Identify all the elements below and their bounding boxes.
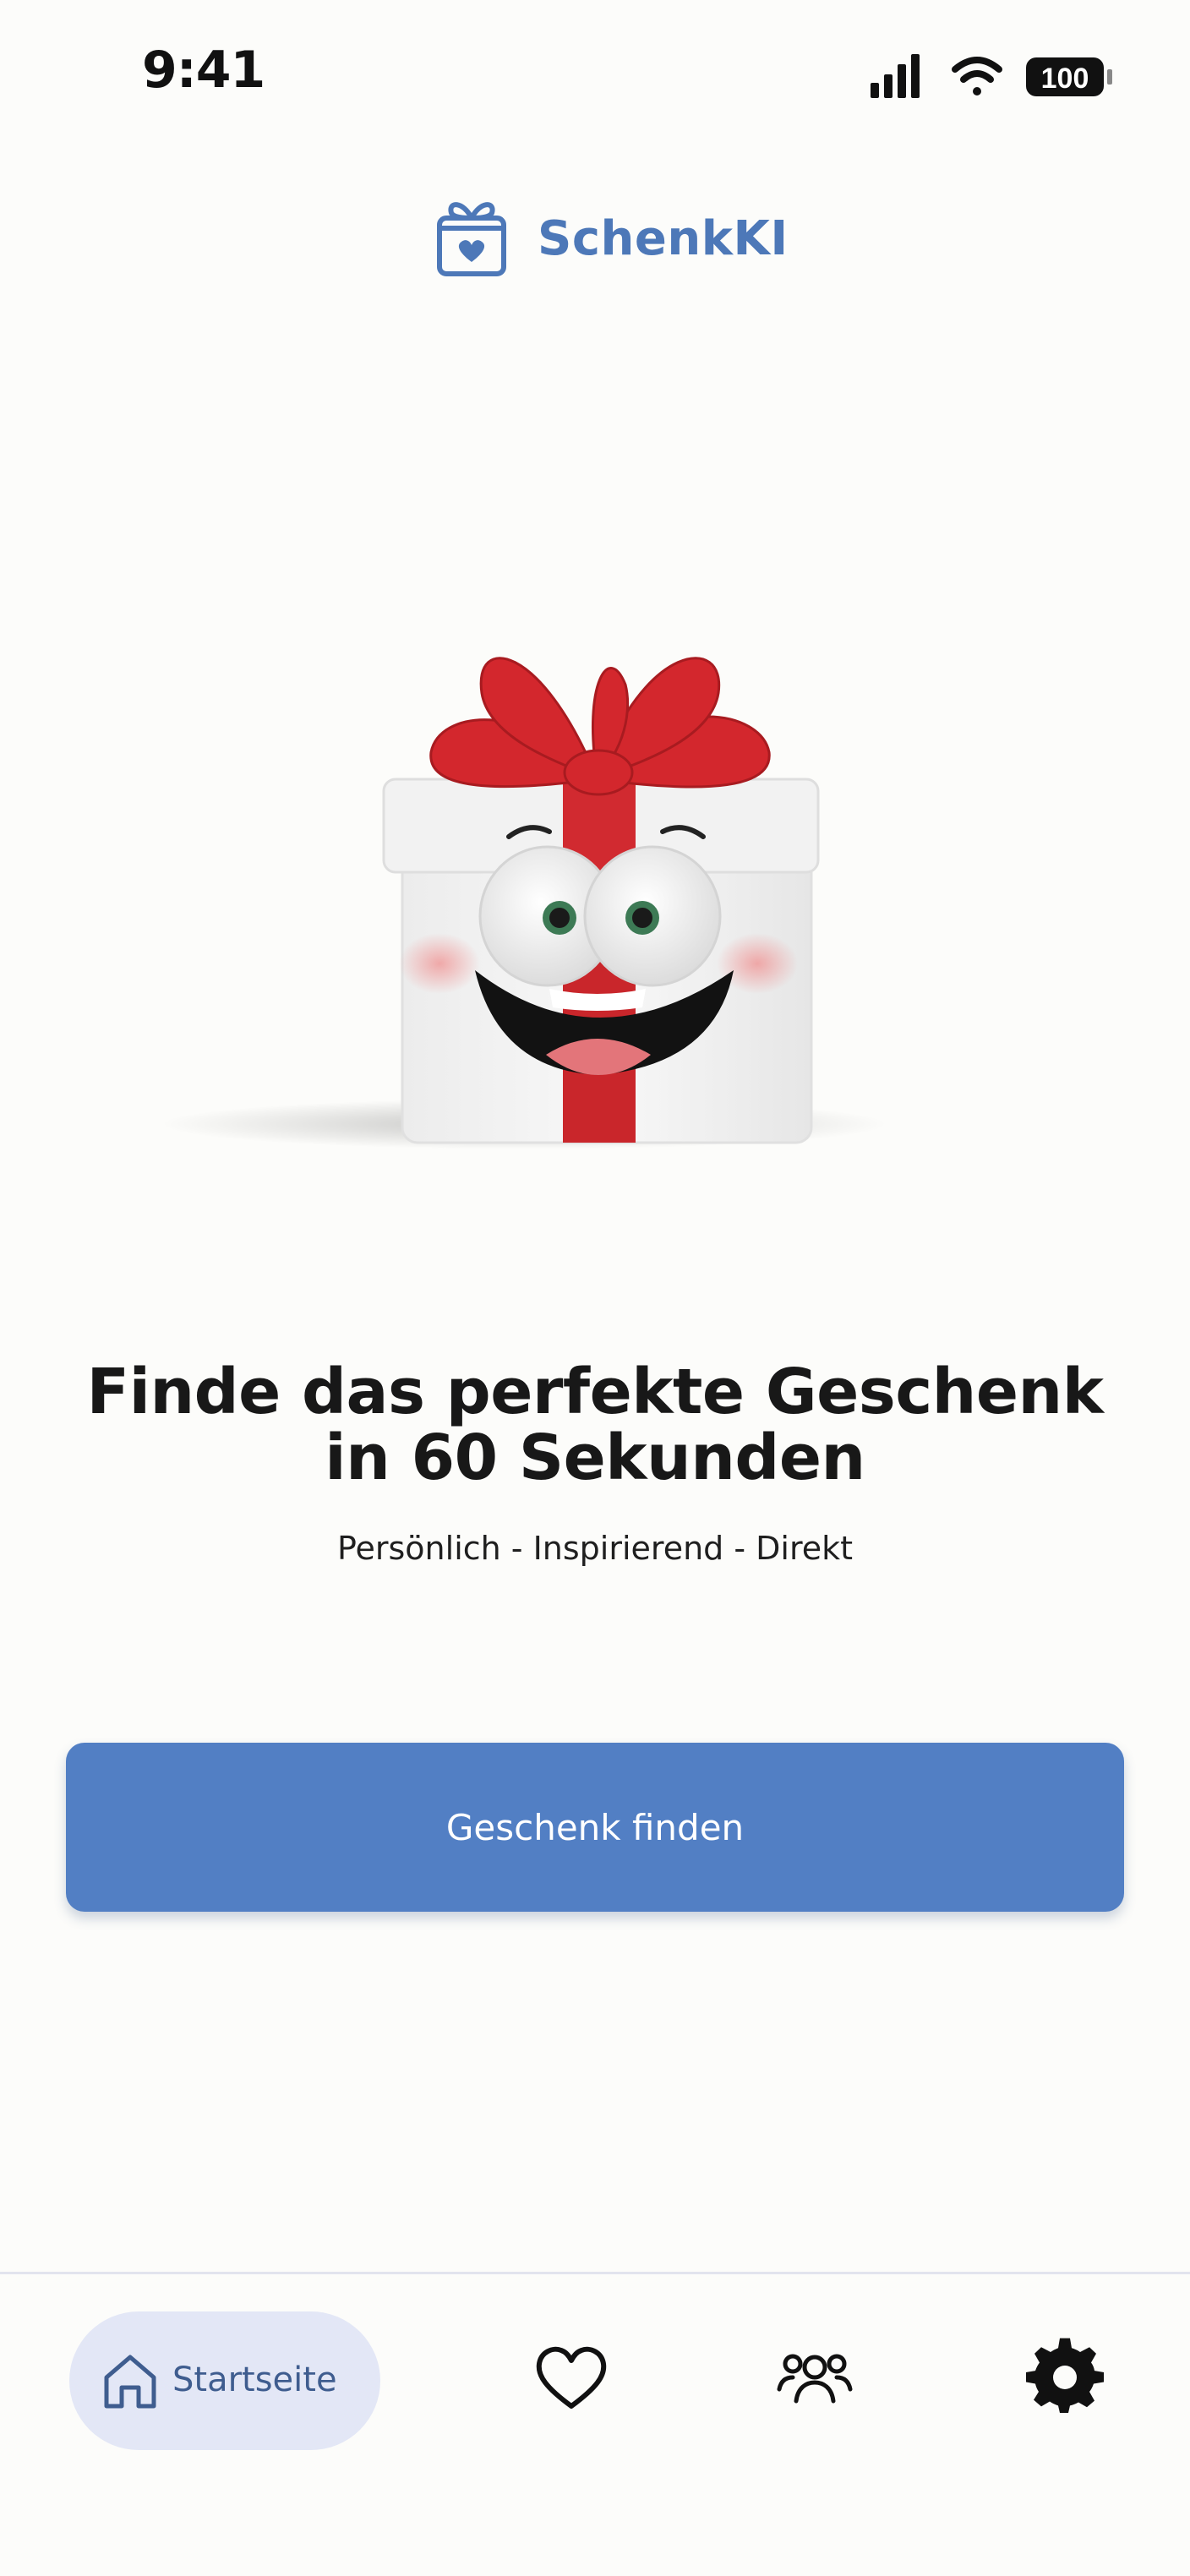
status-time: 9:41	[142, 41, 265, 100]
status-bar: 9:41 100	[0, 0, 1190, 152]
heart-icon[interactable]	[529, 2335, 614, 2420]
status-icons: 100	[871, 54, 1112, 98]
battery-level: 100	[1041, 63, 1089, 95]
wifi-icon	[952, 57, 1002, 96]
brand-name: SchenkKI	[538, 211, 789, 266]
bottom-navigation: Startseite	[0, 2272, 1190, 2576]
nav-item-home[interactable]: Startseite	[69, 2311, 380, 2450]
gear-icon[interactable]	[1023, 2335, 1107, 2420]
find-gift-button-label: Geschenk finden	[445, 1806, 745, 1848]
home-icon	[104, 2355, 156, 2409]
gift-box-illustration	[161, 657, 887, 1149]
nav-item-home-label: Startseite	[172, 2360, 337, 2399]
app-screen: 9:41 100 SchenkKI Finde das perfekte Ges…	[0, 0, 1190, 2576]
brand-header: SchenkKI	[0, 194, 1190, 287]
main-subline: Persönlich - Inspirierend - Direkt	[336, 1530, 854, 1567]
find-gift-button[interactable]: Geschenk finden	[66, 1743, 1124, 1912]
gift-heart-icon	[437, 202, 506, 276]
battery-icon: 100	[1026, 57, 1112, 96]
people-icon[interactable]	[772, 2335, 857, 2420]
signal-icon	[871, 54, 920, 98]
main-headline: Finde das perfekte Geschenk in 60 Sekund…	[86, 1356, 1104, 1494]
